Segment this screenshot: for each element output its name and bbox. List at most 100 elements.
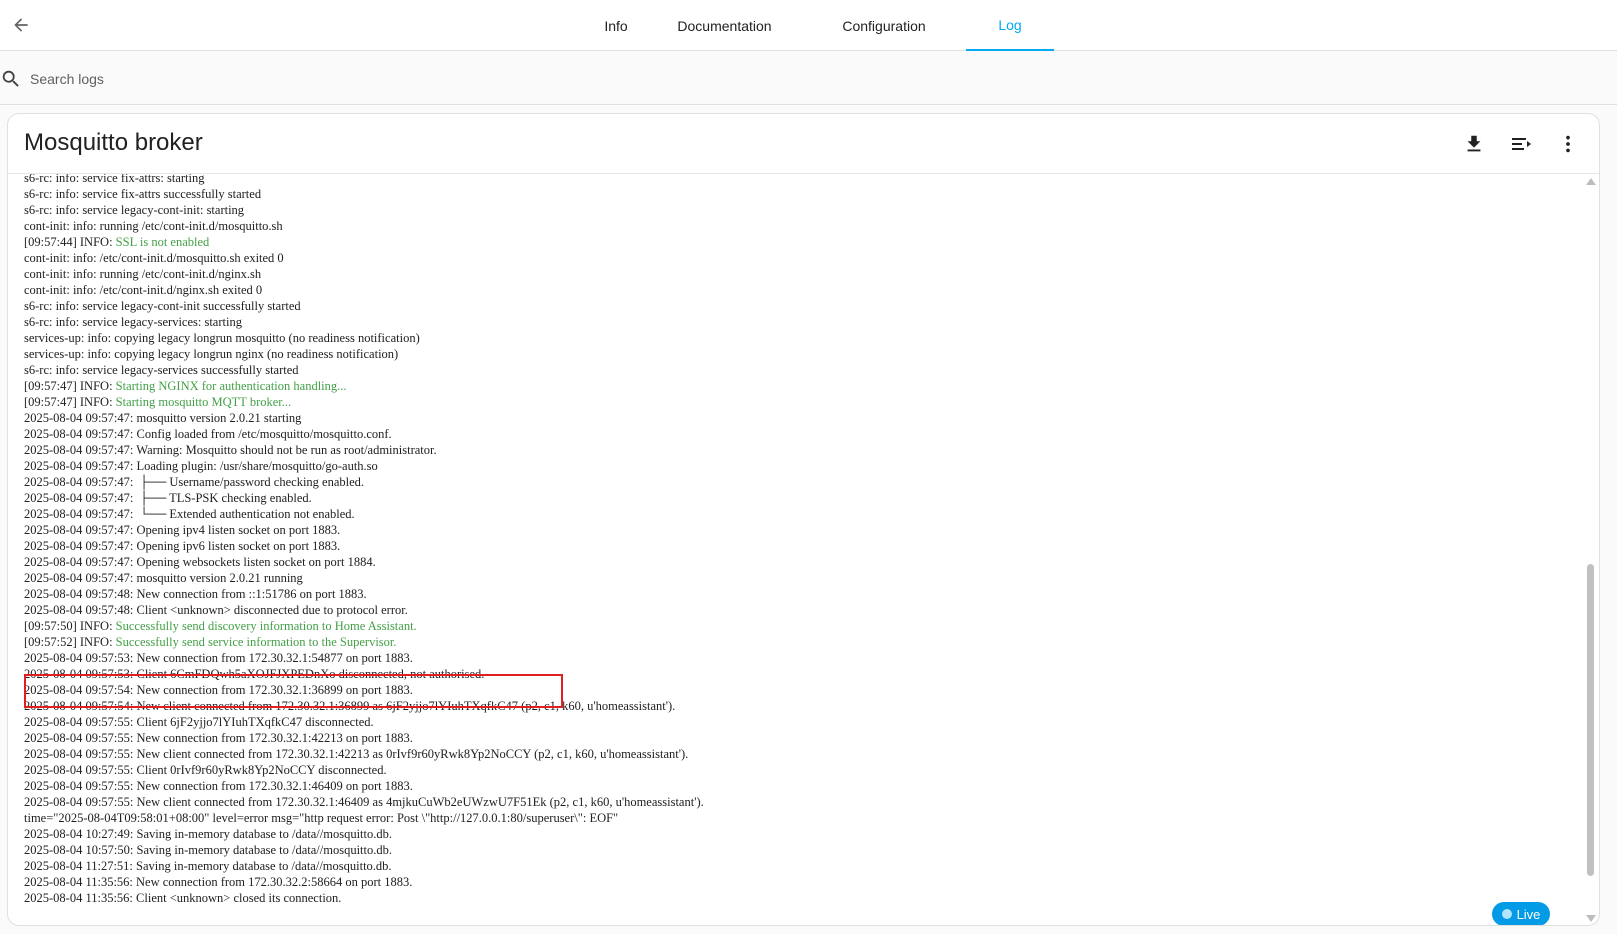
log-line-prefix: [09:57:50] INFO: xyxy=(24,619,116,633)
live-button[interactable]: Live xyxy=(1492,902,1550,925)
log-line-prefix: services-up: info: copying legacy longru… xyxy=(24,347,399,361)
tab-list: Info Documentation Configuration Log xyxy=(585,0,1054,51)
log-line-prefix: 2025-08-04 09:57:48: New connection from… xyxy=(24,587,367,601)
log-line-prefix: cont-init: info: /etc/cont-init.d/mosqui… xyxy=(24,251,284,265)
log-line-prefix: time="2025-08-04T09:58:01+08:00" level=e… xyxy=(24,811,619,825)
log-line: 2025-08-04 09:57:47: Config loaded from … xyxy=(24,426,704,442)
log-scrollbar[interactable] xyxy=(1584,176,1598,924)
card-header: Mosquitto broker xyxy=(8,114,1599,174)
log-line: 2025-08-04 09:57:55: Client 6jF2yjjo7lYI… xyxy=(24,714,704,730)
live-label: Live xyxy=(1516,906,1541,922)
tab-documentation[interactable]: Documentation xyxy=(647,0,802,51)
log-line-prefix: [09:57:47] INFO: xyxy=(24,395,116,409)
search-input[interactable] xyxy=(28,65,632,93)
log-line: 2025-08-04 09:57:55: New connection from… xyxy=(24,778,704,794)
log-line-prefix: 2025-08-04 09:57:48: Client <unknown> di… xyxy=(24,603,408,617)
log-line-prefix: 2025-08-04 09:57:47: Warning: Mosquitto … xyxy=(24,443,437,457)
log-line: [09:57:50] INFO: Successfully send disco… xyxy=(24,618,704,634)
log-line: [09:57:52] INFO: Successfully send servi… xyxy=(24,634,704,650)
log-line: 2025-08-04 09:57:55: New client connecte… xyxy=(24,794,704,810)
log-line-prefix: 2025-08-04 10:57:50: Saving in-memory da… xyxy=(24,843,393,857)
log-line-prefix: s6-rc: info: service legacy-cont-init: s… xyxy=(24,203,245,217)
log-line-info-message: Starting NGINX for authentication handli… xyxy=(115,379,347,393)
download-button[interactable] xyxy=(1460,130,1488,158)
log-line: s6-rc: info: service legacy-cont-init: s… xyxy=(24,202,704,218)
log-line-prefix: 2025-08-04 09:57:54: New client connecte… xyxy=(24,699,676,713)
download-icon xyxy=(1467,135,1481,152)
wrap-lines-button[interactable] xyxy=(1507,130,1535,158)
log-line: [09:57:47] INFO: Starting mosquitto MQTT… xyxy=(24,394,704,410)
log-line-prefix: 2025-08-04 11:27:51: Saving in-memory da… xyxy=(24,859,392,873)
log-line: 2025-08-04 09:57:47: Opening websockets … xyxy=(24,554,704,570)
log-line-prefix: 2025-08-04 09:57:53: Client 6CmFDQwh5aXO… xyxy=(24,667,485,681)
log-line: s6-rc: info: service fix-attrs successfu… xyxy=(24,186,704,202)
log-line-info-message: Successfully send discovery information … xyxy=(115,619,417,633)
log-line: 2025-08-04 10:27:49: Saving in-memory da… xyxy=(24,826,704,842)
log-line: s6-rc: info: service legacy-services: st… xyxy=(24,314,704,330)
log-line: 2025-08-04 09:57:47: mosquitto version 2… xyxy=(24,570,704,586)
tab-log[interactable]: Log xyxy=(966,0,1054,51)
log-line: 2025-08-04 09:57:48: Client <unknown> di… xyxy=(24,602,704,618)
log-line: cont-init: info: running /etc/cont-init.… xyxy=(24,266,704,282)
log-line: 2025-08-04 09:57:47: ├── Username/passwo… xyxy=(24,474,704,490)
back-button[interactable] xyxy=(6,10,36,40)
log-line-prefix: 2025-08-04 09:57:55: New client connecte… xyxy=(24,747,689,761)
log-line-prefix: 2025-08-04 09:57:47: Opening ipv4 listen… xyxy=(24,523,341,537)
scroll-thumb[interactable] xyxy=(1587,564,1594,876)
log-line: 2025-08-04 09:57:54: New client connecte… xyxy=(24,698,704,714)
tab-info[interactable]: Info xyxy=(585,0,647,51)
log-line: 2025-08-04 09:57:55: New connection from… xyxy=(24,730,704,746)
scroll-down-arrow-icon[interactable] xyxy=(1586,915,1596,922)
log-line: cont-init: info: /etc/cont-init.d/nginx.… xyxy=(24,282,704,298)
scroll-up-arrow-icon[interactable] xyxy=(1586,178,1596,185)
log-line: 2025-08-04 09:57:47: mosquitto version 2… xyxy=(24,410,704,426)
log-line: [09:57:47] INFO: Starting NGINX for auth… xyxy=(24,378,704,394)
log-line: 2025-08-04 09:57:53: New connection from… xyxy=(24,650,704,666)
log-line: 2025-08-04 10:57:50: Saving in-memory da… xyxy=(24,842,704,858)
log-line-prefix: 2025-08-04 09:57:47: ├── TLS-PSK checkin… xyxy=(24,491,312,505)
log-line-info-message: Starting mosquitto MQTT broker... xyxy=(115,395,292,409)
log-line: 2025-08-04 09:57:55: Client 0rIvf9r60yRw… xyxy=(24,762,704,778)
arrow-back-icon xyxy=(14,18,28,32)
log-line-prefix: services-up: info: copying legacy longru… xyxy=(24,331,420,345)
tab-configuration[interactable]: Configuration xyxy=(802,0,966,51)
log-line-prefix: 2025-08-04 09:57:55: Client 6jF2yjjo7lYI… xyxy=(24,715,374,729)
log-line-prefix: 2025-08-04 09:57:47: mosquitto version 2… xyxy=(24,411,302,425)
log-line: s6-rc: info: service fix-attrs: starting xyxy=(24,174,704,186)
log-output[interactable]: s6-rc: info: service fix-attrs: starting… xyxy=(8,174,1578,925)
log-line: 2025-08-04 09:57:55: New client connecte… xyxy=(24,746,704,762)
log-line: 2025-08-04 11:35:56: New connection from… xyxy=(24,874,704,890)
log-line: 2025-08-04 09:57:47: ├── TLS-PSK checkin… xyxy=(24,490,704,506)
more-vert-icon xyxy=(1566,135,1570,153)
search-bar xyxy=(0,51,1617,105)
card-title: Mosquitto broker xyxy=(24,129,203,156)
log-line-prefix: 2025-08-04 09:57:55: New client connecte… xyxy=(24,795,704,809)
log-line-prefix: [09:57:52] INFO: xyxy=(24,635,116,649)
log-line-prefix: s6-rc: info: service legacy-services suc… xyxy=(24,363,299,377)
log-line-prefix: cont-init: info: running /etc/cont-init.… xyxy=(24,219,283,233)
log-line-prefix: 2025-08-04 09:57:54: New connection from… xyxy=(24,683,413,697)
wrap-lines-icon xyxy=(1512,138,1531,150)
log-line: s6-rc: info: service legacy-cont-init su… xyxy=(24,298,704,314)
log-line-info-message: Successfully send service information to… xyxy=(115,635,397,649)
log-line-prefix: 2025-08-04 09:57:47: ├── Username/passwo… xyxy=(24,475,365,489)
log-line-prefix: [09:57:47] INFO: xyxy=(24,379,116,393)
log-line: services-up: info: copying legacy longru… xyxy=(24,346,704,362)
log-line-prefix: cont-init: info: running /etc/cont-init.… xyxy=(24,267,262,281)
log-line-prefix: 2025-08-04 09:57:47: mosquitto version 2… xyxy=(24,571,303,585)
log-line: cont-init: info: /etc/cont-init.d/mosqui… xyxy=(24,250,704,266)
log-line: services-up: info: copying legacy longru… xyxy=(24,330,704,346)
log-card: Mosquitto broker s6-rc: info: service fi… xyxy=(7,113,1600,926)
live-dot-icon xyxy=(1501,909,1512,919)
log-line: 2025-08-04 09:57:53: Client 6CmFDQwh5aXO… xyxy=(24,666,704,682)
log-line-prefix: 2025-08-04 09:57:55: Client 0rIvf9r60yRw… xyxy=(24,763,387,777)
log-line-prefix: 2025-08-04 09:57:47: Opening ipv6 listen… xyxy=(24,539,341,553)
log-line-prefix: 2025-08-04 09:57:47: Loading plugin: /us… xyxy=(24,459,378,473)
log-line-prefix: 2025-08-04 10:27:49: Saving in-memory da… xyxy=(24,827,393,841)
log-line-prefix: s6-rc: info: service fix-attrs: starting xyxy=(24,174,205,185)
more-options-button[interactable] xyxy=(1554,130,1582,158)
log-line-prefix: 2025-08-04 11:35:56: Client <unknown> cl… xyxy=(24,891,342,905)
log-line-prefix: 2025-08-04 09:57:47: Opening websockets … xyxy=(24,555,376,569)
log-line-prefix: 2025-08-04 09:57:55: New connection from… xyxy=(24,731,413,745)
log-line: 2025-08-04 11:35:56: Client <unknown> cl… xyxy=(24,890,704,906)
